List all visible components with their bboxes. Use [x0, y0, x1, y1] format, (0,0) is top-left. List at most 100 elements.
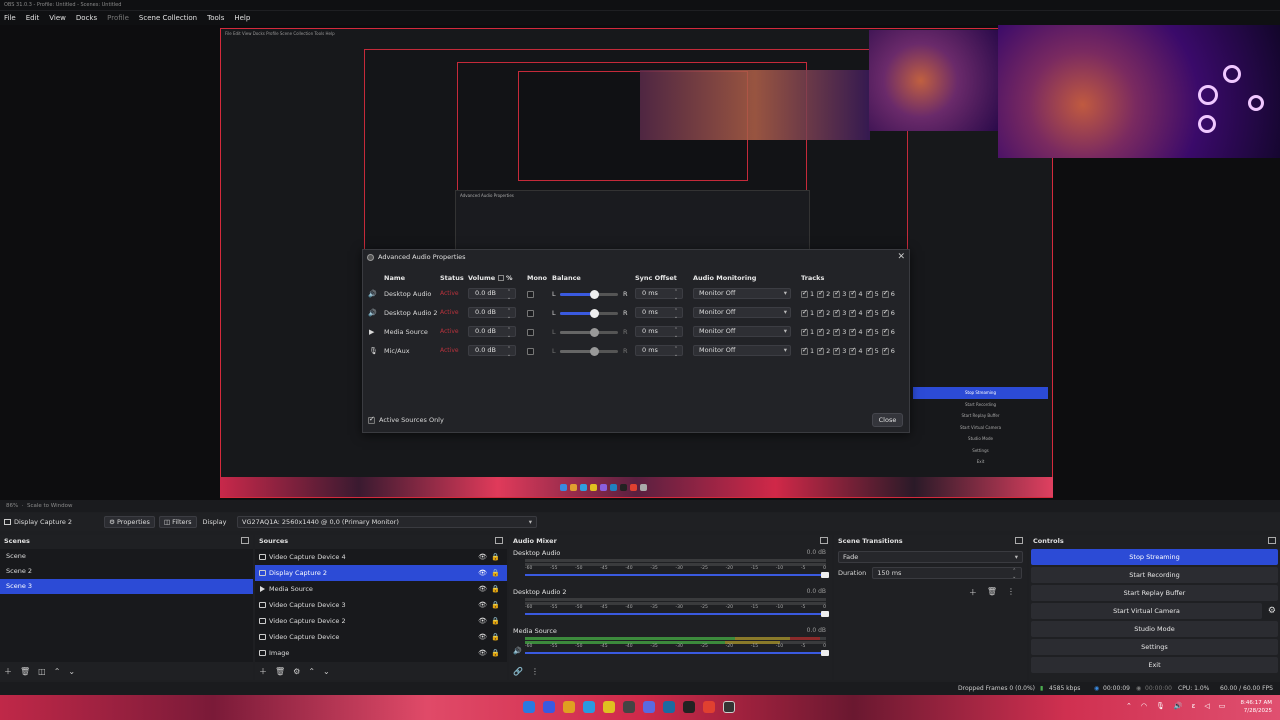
- menu-tools[interactable]: Tools: [207, 14, 224, 22]
- source-item[interactable]: Display Capture 2 👁 🔒: [255, 565, 507, 581]
- close-icon[interactable]: ✕: [897, 252, 905, 262]
- undock-icon[interactable]: [241, 537, 249, 544]
- edge-icon[interactable]: [583, 701, 595, 713]
- settings-button[interactable]: Settings: [1031, 639, 1278, 655]
- undock-icon[interactable]: [1015, 537, 1023, 544]
- add-icon[interactable]: ＋: [4, 666, 12, 677]
- balance-slider[interactable]: [560, 309, 618, 318]
- volume-spinbox[interactable]: 0.0 dB: [468, 326, 516, 339]
- transition-select[interactable]: Fade: [838, 551, 1023, 563]
- scene-item[interactable]: Scene 2: [0, 564, 253, 579]
- undock-icon[interactable]: [495, 537, 503, 544]
- mono-checkbox[interactable]: [527, 329, 534, 336]
- close-button[interactable]: Close: [872, 413, 903, 427]
- display-select[interactable]: VG27AQ1A: 2560x1440 @ 0,0 (Primary Monit…: [237, 516, 537, 528]
- balance-slider[interactable]: [560, 328, 618, 337]
- tracks-group[interactable]: 1 2 3 4 5 6: [801, 346, 898, 355]
- windows-start-icon[interactable]: [523, 701, 535, 713]
- active-sources-checkbox[interactable]: [368, 415, 375, 424]
- monitoring-select[interactable]: Monitor Off: [693, 288, 791, 299]
- sync-offset-spinbox[interactable]: 0 ms: [635, 345, 683, 358]
- undock-icon[interactable]: [820, 537, 828, 544]
- tracks-group[interactable]: 1 2 3 4 5 6: [801, 289, 898, 298]
- start-virtual-camera-button[interactable]: Start Virtual Camera ⚙: [1031, 603, 1276, 619]
- scene-item[interactable]: Scene 3: [0, 579, 253, 594]
- tracks-group[interactable]: 1 2 3 4 5 6: [801, 327, 898, 336]
- menu-profile[interactable]: Profile: [107, 14, 129, 22]
- tiktok-icon[interactable]: [683, 701, 695, 713]
- menu-help[interactable]: Help: [234, 14, 250, 22]
- volume-fader[interactable]: [525, 650, 829, 656]
- menu-file[interactable]: File: [4, 14, 16, 22]
- more-icon[interactable]: ⋮: [1007, 587, 1015, 598]
- add-icon[interactable]: ＋: [259, 666, 267, 677]
- volume-percent-checkbox[interactable]: [498, 275, 504, 281]
- gear-icon[interactable]: ⚙: [293, 667, 300, 676]
- source-item[interactable]: Image 👁 🔒: [255, 645, 507, 661]
- menu-docks[interactable]: Docks: [76, 14, 97, 22]
- speaker-icon[interactable]: 🔊: [1174, 702, 1183, 710]
- start-replay-buffer-button[interactable]: Start Replay Buffer: [1031, 585, 1278, 601]
- volume-icon[interactable]: ◁: [1204, 702, 1209, 710]
- menu-scene-collection[interactable]: Scene Collection: [139, 14, 197, 22]
- trash-icon[interactable]: 🗑: [275, 667, 285, 676]
- scene-item[interactable]: Scene: [0, 549, 253, 564]
- move-down-icon[interactable]: ⌄: [323, 667, 330, 676]
- obs-icon[interactable]: [723, 701, 735, 713]
- source-item[interactable]: Video Capture Device 2 👁 🔒: [255, 613, 507, 629]
- exit-button[interactable]: Exit: [1031, 657, 1278, 673]
- scale-mode[interactable]: Scale to Window: [27, 503, 73, 509]
- trash-icon[interactable]: 🗑: [987, 587, 997, 598]
- network-icon[interactable]: ▭: [1219, 702, 1226, 710]
- active-sources-only[interactable]: Active Sources Only: [368, 415, 444, 424]
- chevron-up-icon[interactable]: ⌃: [1126, 702, 1132, 710]
- stop-streaming-button[interactable]: Stop Streaming: [1031, 549, 1278, 565]
- source-item[interactable]: Video Capture Device 3 👁 🔒: [255, 597, 507, 613]
- tracks-group[interactable]: 1 2 3 4 5 6: [801, 308, 898, 317]
- source-item[interactable]: Video Capture Device 4 👁 🔒: [255, 549, 507, 565]
- gear-icon[interactable]: ⚙: [1268, 603, 1276, 619]
- monitoring-select[interactable]: Monitor Off: [693, 345, 791, 356]
- volume-spinbox[interactable]: 0.0 dB: [468, 345, 516, 358]
- chrome-icon[interactable]: [703, 701, 715, 713]
- studio-mode-button[interactable]: Studio Mode: [1031, 621, 1278, 637]
- monitoring-select[interactable]: Monitor Off: [693, 307, 791, 318]
- filter-icon[interactable]: ◫: [38, 667, 46, 676]
- mic-icon[interactable]: 🎙: [1156, 702, 1165, 710]
- volume-fader[interactable]: [525, 611, 829, 617]
- sync-offset-spinbox[interactable]: 0 ms: [635, 307, 683, 320]
- copilot-icon[interactable]: [543, 701, 555, 713]
- app-icon[interactable]: [603, 701, 615, 713]
- speaker-icon[interactable]: 🔊: [513, 647, 522, 655]
- sync-offset-spinbox[interactable]: 0 ms: [635, 288, 683, 301]
- sync-offset-spinbox[interactable]: 0 ms: [635, 326, 683, 339]
- mono-checkbox[interactable]: [527, 291, 534, 298]
- language-icon[interactable]: ε: [1192, 702, 1196, 710]
- menu-edit[interactable]: Edit: [26, 14, 40, 22]
- more-icon[interactable]: ⋮: [531, 667, 539, 676]
- source-item[interactable]: Media Source 👁 🔒: [255, 581, 507, 597]
- trash-icon[interactable]: 🗑: [20, 667, 30, 676]
- clock[interactable]: 8:46:17 AM 7/28/2025: [1241, 699, 1272, 715]
- move-down-icon[interactable]: ⌄: [68, 667, 75, 676]
- filters-button[interactable]: ◫ Filters: [158, 516, 197, 528]
- explorer-icon[interactable]: [563, 701, 575, 713]
- source-item[interactable]: Video Capture Device 👁 🔒: [255, 629, 507, 645]
- app-icon[interactable]: [623, 701, 635, 713]
- balance-slider[interactable]: [560, 347, 618, 356]
- duration-input[interactable]: 150 ms: [872, 567, 1023, 580]
- menu-view[interactable]: View: [49, 14, 66, 22]
- balance-slider[interactable]: [560, 290, 618, 299]
- move-up-icon[interactable]: ⌃: [54, 667, 61, 676]
- monitoring-select[interactable]: Monitor Off: [693, 326, 791, 337]
- discord-icon[interactable]: [643, 701, 655, 713]
- mono-checkbox[interactable]: [527, 310, 534, 317]
- properties-button[interactable]: ⚙ Properties: [104, 516, 155, 528]
- link-icon[interactable]: 🔗: [513, 667, 523, 676]
- move-up-icon[interactable]: ⌃: [308, 667, 315, 676]
- preview-canvas[interactable]: File Edit View Docks Profile Scene Colle…: [0, 25, 1280, 500]
- steam-icon[interactable]: [663, 701, 675, 713]
- volume-fader[interactable]: [525, 572, 829, 578]
- wifi-icon[interactable]: ◠: [1141, 702, 1147, 710]
- start-recording-button[interactable]: Start Recording: [1031, 567, 1278, 583]
